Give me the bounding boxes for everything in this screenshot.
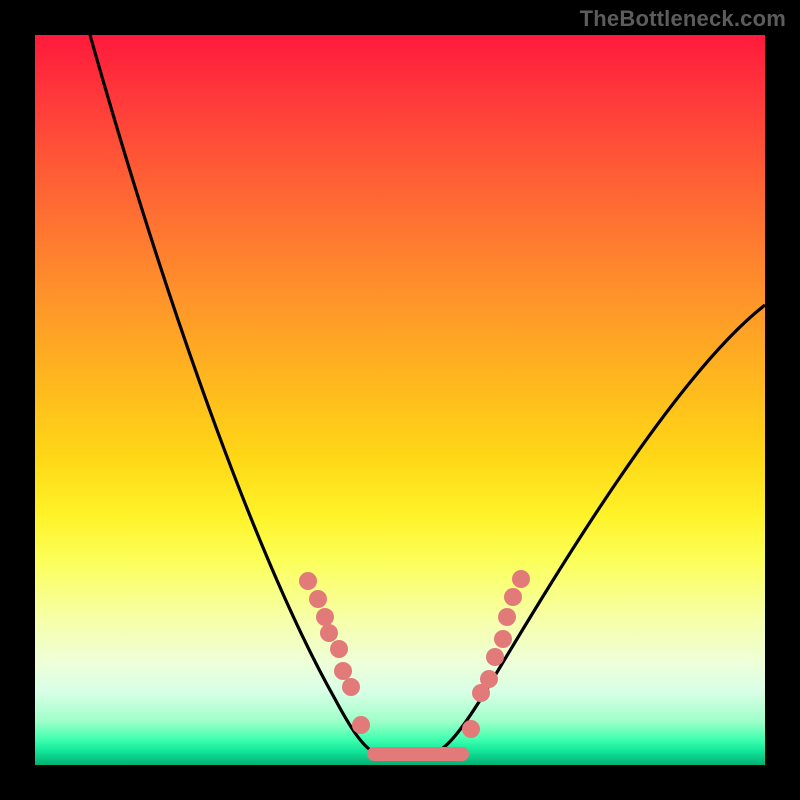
marker-dot [486,648,504,666]
marker-dot [512,570,530,588]
watermark-text: TheBottleneck.com [580,6,786,32]
marker-dot [334,662,352,680]
marker-dot [498,608,516,626]
bottleneck-curve [90,35,765,753]
marker-dot [330,640,348,658]
plot-area [35,35,765,765]
marker-dot [494,630,512,648]
marker-dots [299,570,530,738]
marker-dot [316,608,334,626]
marker-dot [480,670,498,688]
marker-dot [320,624,338,642]
marker-dot [299,572,317,590]
curve-layer [35,35,765,765]
marker-dot [352,716,370,734]
chart-frame: TheBottleneck.com [0,0,800,800]
marker-dot [462,720,480,738]
marker-dot [342,678,360,696]
marker-dot [504,588,522,606]
marker-dot [309,590,327,608]
marker-bar [367,747,469,761]
